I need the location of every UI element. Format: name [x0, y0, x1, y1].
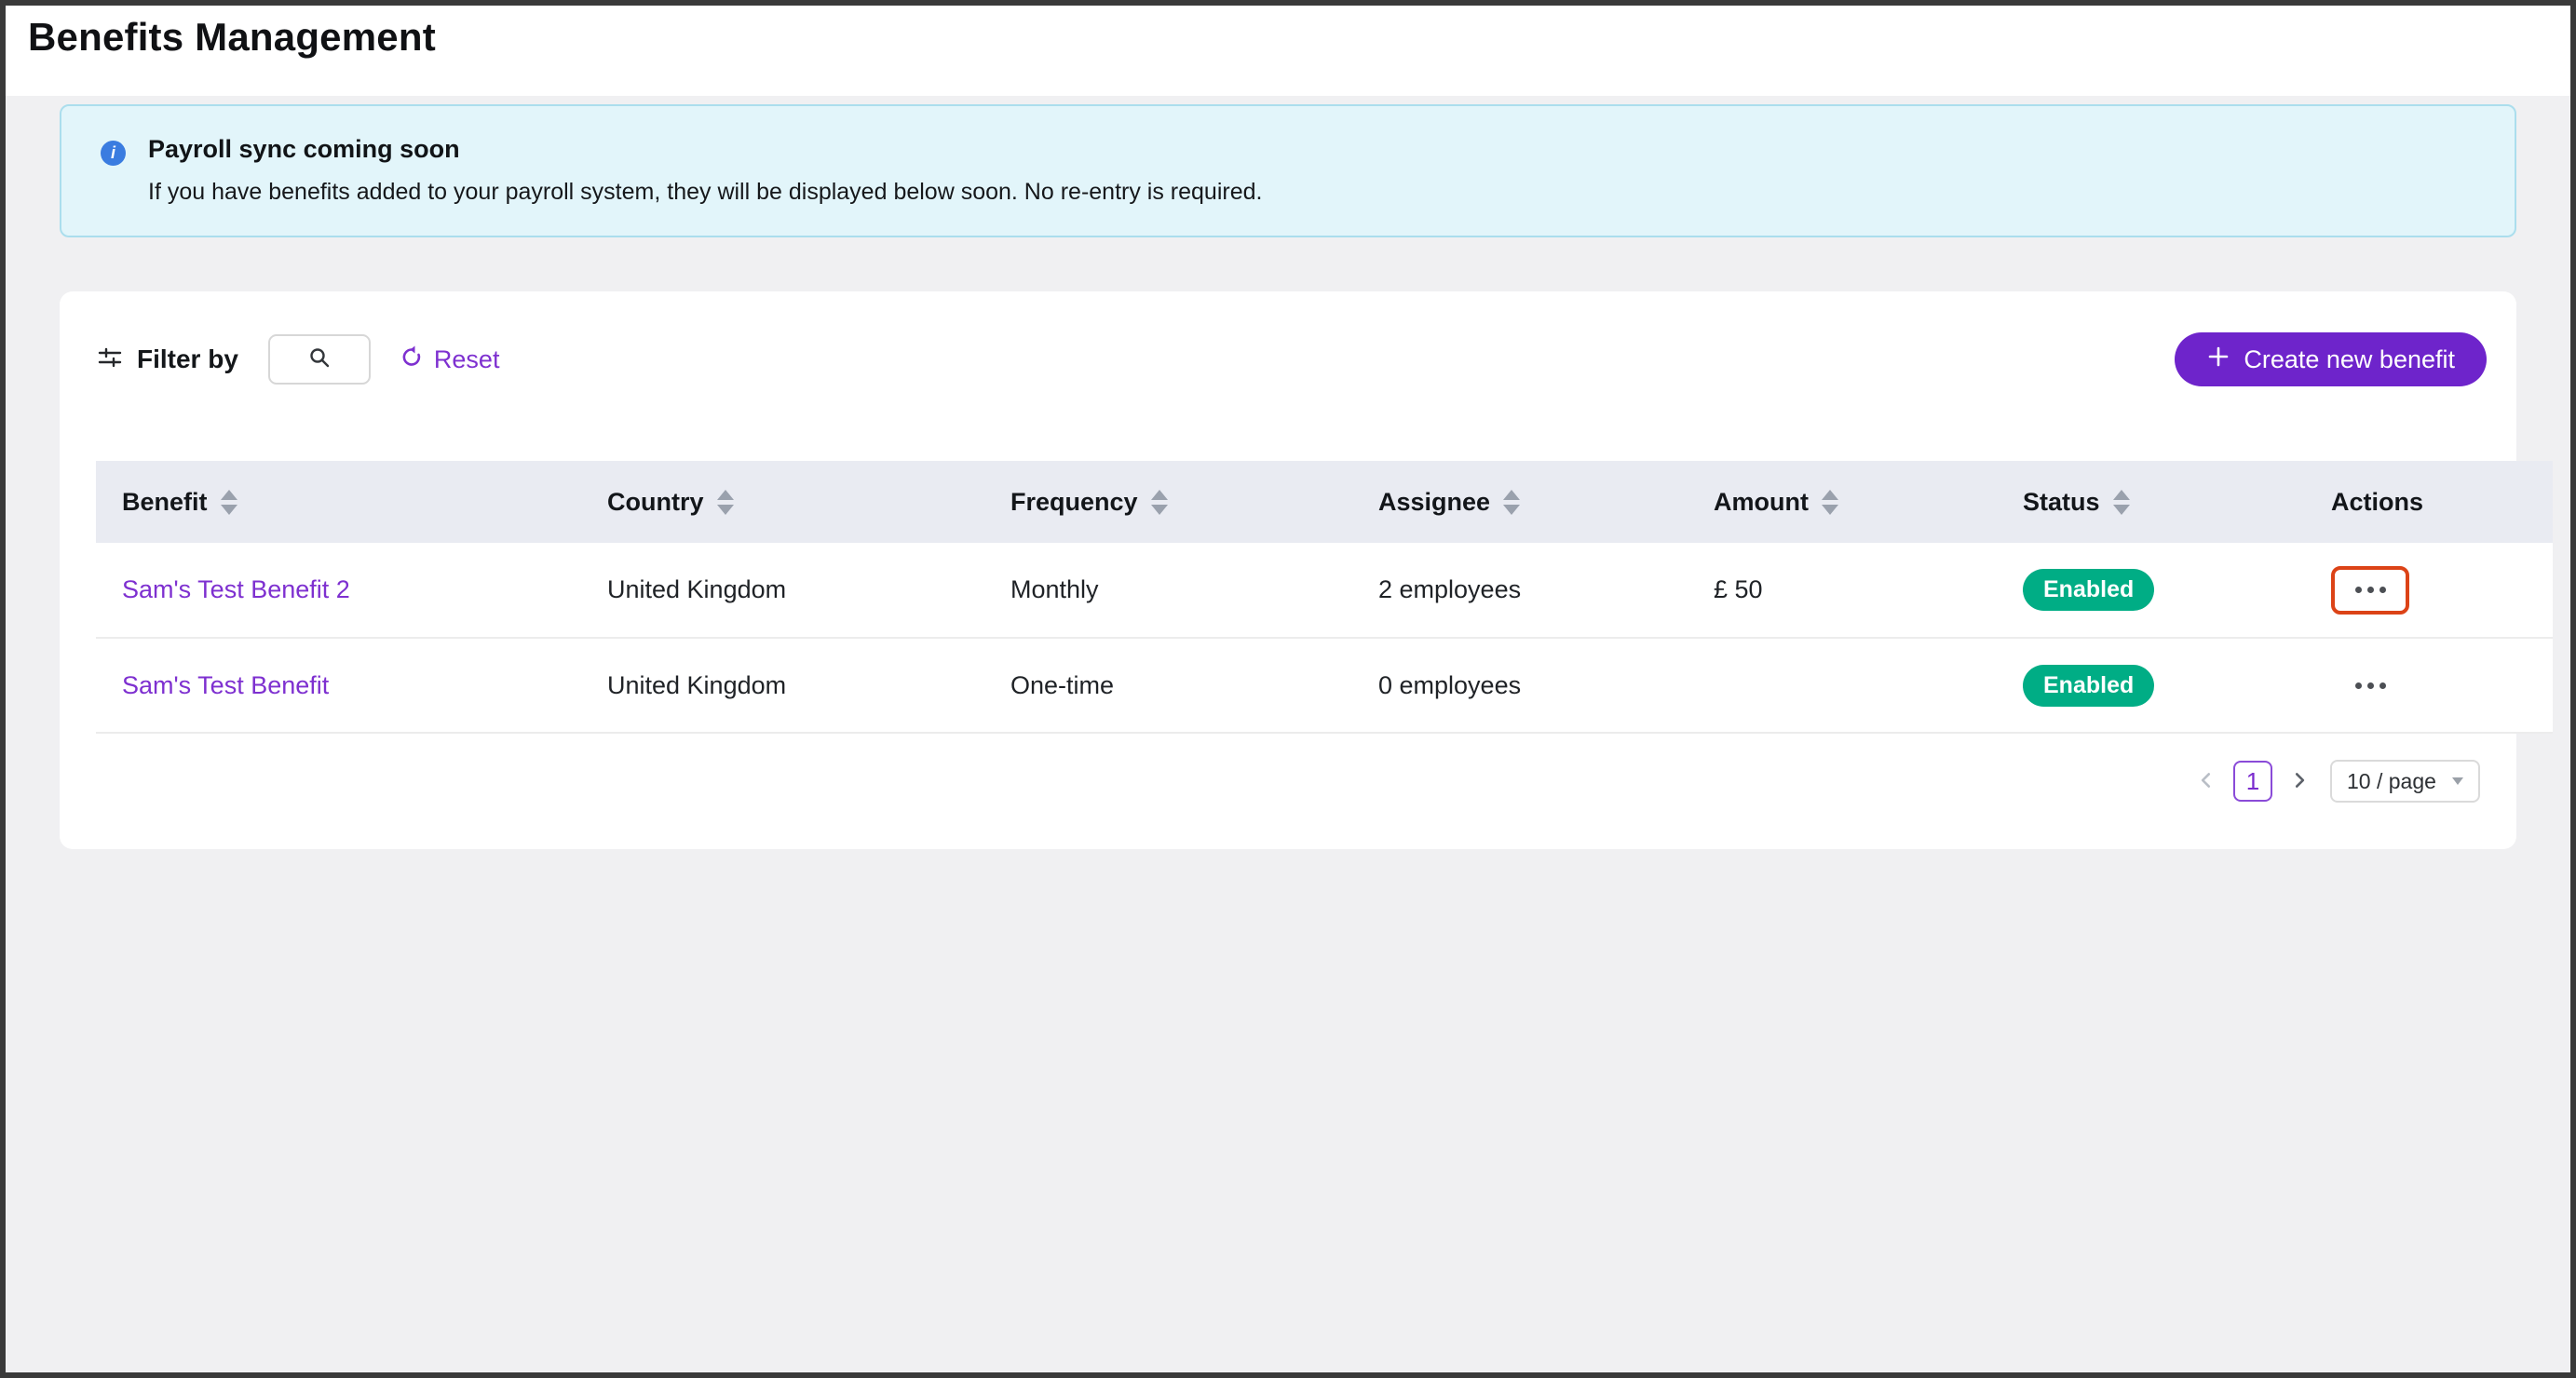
current-page[interactable]: 1	[2233, 761, 2272, 802]
column-header-amount[interactable]: Amount	[1688, 461, 1997, 543]
column-header-benefit[interactable]: Benefit	[96, 461, 581, 543]
column-header-frequency[interactable]: Frequency	[984, 461, 1352, 543]
column-header-country[interactable]: Country	[581, 461, 984, 543]
chevron-down-icon	[2452, 777, 2463, 785]
status-cell: Enabled	[1997, 543, 2305, 638]
benefit-link[interactable]: Sam's Test Benefit	[122, 671, 329, 699]
frequency-cell: Monthly	[984, 543, 1352, 638]
sort-arrows-icon[interactable]	[221, 490, 237, 515]
next-page-button[interactable]	[2289, 770, 2310, 793]
benefits-table: Benefit Country Frequency Assignee Amoun…	[96, 461, 2553, 734]
filter-by-label: Filter by	[137, 344, 238, 374]
ellipsis-icon	[2355, 587, 2362, 593]
reset-button[interactable]: Reset	[399, 344, 500, 376]
create-new-benefit-button[interactable]: Create new benefit	[2175, 332, 2487, 386]
frequency-cell: One-time	[984, 638, 1352, 733]
country-cell: United Kingdom	[581, 638, 984, 733]
chevron-left-icon	[2196, 770, 2217, 793]
assignee-cell: 0 employees	[1352, 638, 1688, 733]
row-actions-button[interactable]	[2337, 667, 2404, 704]
sort-arrows-icon[interactable]	[717, 490, 734, 515]
status-badge: Enabled	[2023, 569, 2154, 611]
status-badge: Enabled	[2023, 665, 2154, 707]
search-icon	[307, 345, 332, 374]
info-icon: i	[101, 141, 126, 166]
prev-page-button[interactable]	[2196, 770, 2217, 793]
country-cell: United Kingdom	[581, 543, 984, 638]
actions-highlight-box	[2331, 566, 2409, 615]
benefit-cell: Sam's Test Benefit 2	[96, 543, 581, 638]
table-header-row: Benefit Country Frequency Assignee Amoun…	[96, 461, 2553, 543]
assignee-cell: 2 employees	[1352, 543, 1688, 638]
benefit-link[interactable]: Sam's Test Benefit 2	[122, 575, 350, 603]
column-label: Assignee	[1378, 488, 1490, 517]
column-label: Benefit	[122, 488, 208, 517]
benefits-management-page: Benefits Management i Payroll sync comin…	[0, 0, 2576, 1378]
sort-arrows-icon[interactable]	[1151, 490, 1168, 515]
page-size-select[interactable]: 10 / page	[2330, 760, 2480, 803]
benefit-cell: Sam's Test Benefit	[96, 638, 581, 733]
chevron-right-icon	[2289, 770, 2310, 793]
sort-arrows-icon[interactable]	[1503, 490, 1520, 515]
page-size-value: 10 / page	[2347, 769, 2436, 794]
search-input[interactable]	[268, 334, 371, 385]
actions-cell	[2305, 543, 2553, 638]
reset-icon	[399, 344, 425, 376]
actions-cell	[2305, 638, 2553, 733]
column-header-assignee[interactable]: Assignee	[1352, 461, 1688, 543]
actions-highlight-box	[2331, 661, 2409, 709]
reset-label: Reset	[434, 345, 500, 374]
column-label: Amount	[1714, 488, 1809, 517]
banner-message: If you have benefits added to your payro…	[148, 177, 1262, 207]
column-header-actions: Actions	[2305, 461, 2553, 543]
column-label: Actions	[2331, 488, 2423, 517]
column-label: Frequency	[1010, 488, 1138, 517]
plus-icon	[2206, 344, 2230, 375]
create-new-benefit-label: Create new benefit	[2244, 345, 2455, 374]
table-row: Sam's Test Benefit United Kingdom One-ti…	[96, 638, 2553, 733]
filter-sliders-icon	[96, 344, 124, 376]
column-header-status[interactable]: Status	[1997, 461, 2305, 543]
amount-cell: £ 50	[1688, 543, 1997, 638]
page-content: i Payroll sync coming soon If you have b…	[6, 96, 2570, 849]
row-actions-button[interactable]	[2337, 572, 2404, 609]
column-label: Status	[2023, 488, 2100, 517]
status-cell: Enabled	[1997, 638, 2305, 733]
top-bar: Benefits Management	[6, 6, 2570, 96]
sort-arrows-icon[interactable]	[1822, 490, 1838, 515]
amount-cell	[1688, 638, 1997, 733]
pagination: 1 10 / page	[60, 758, 2480, 804]
sort-arrows-icon[interactable]	[2113, 490, 2130, 515]
column-label: Country	[607, 488, 704, 517]
benefits-card: Filter by Reset	[60, 291, 2516, 849]
banner-title: Payroll sync coming soon	[148, 134, 1262, 164]
table-row: Sam's Test Benefit 2 United Kingdom Mont…	[96, 543, 2553, 638]
ellipsis-icon	[2355, 682, 2362, 689]
page-title: Benefits Management	[28, 15, 2570, 60]
banner-text: Payroll sync coming soon If you have ben…	[148, 134, 1262, 236]
payroll-sync-banner: i Payroll sync coming soon If you have b…	[60, 104, 2516, 237]
toolbar: Filter by Reset	[60, 332, 2516, 386]
